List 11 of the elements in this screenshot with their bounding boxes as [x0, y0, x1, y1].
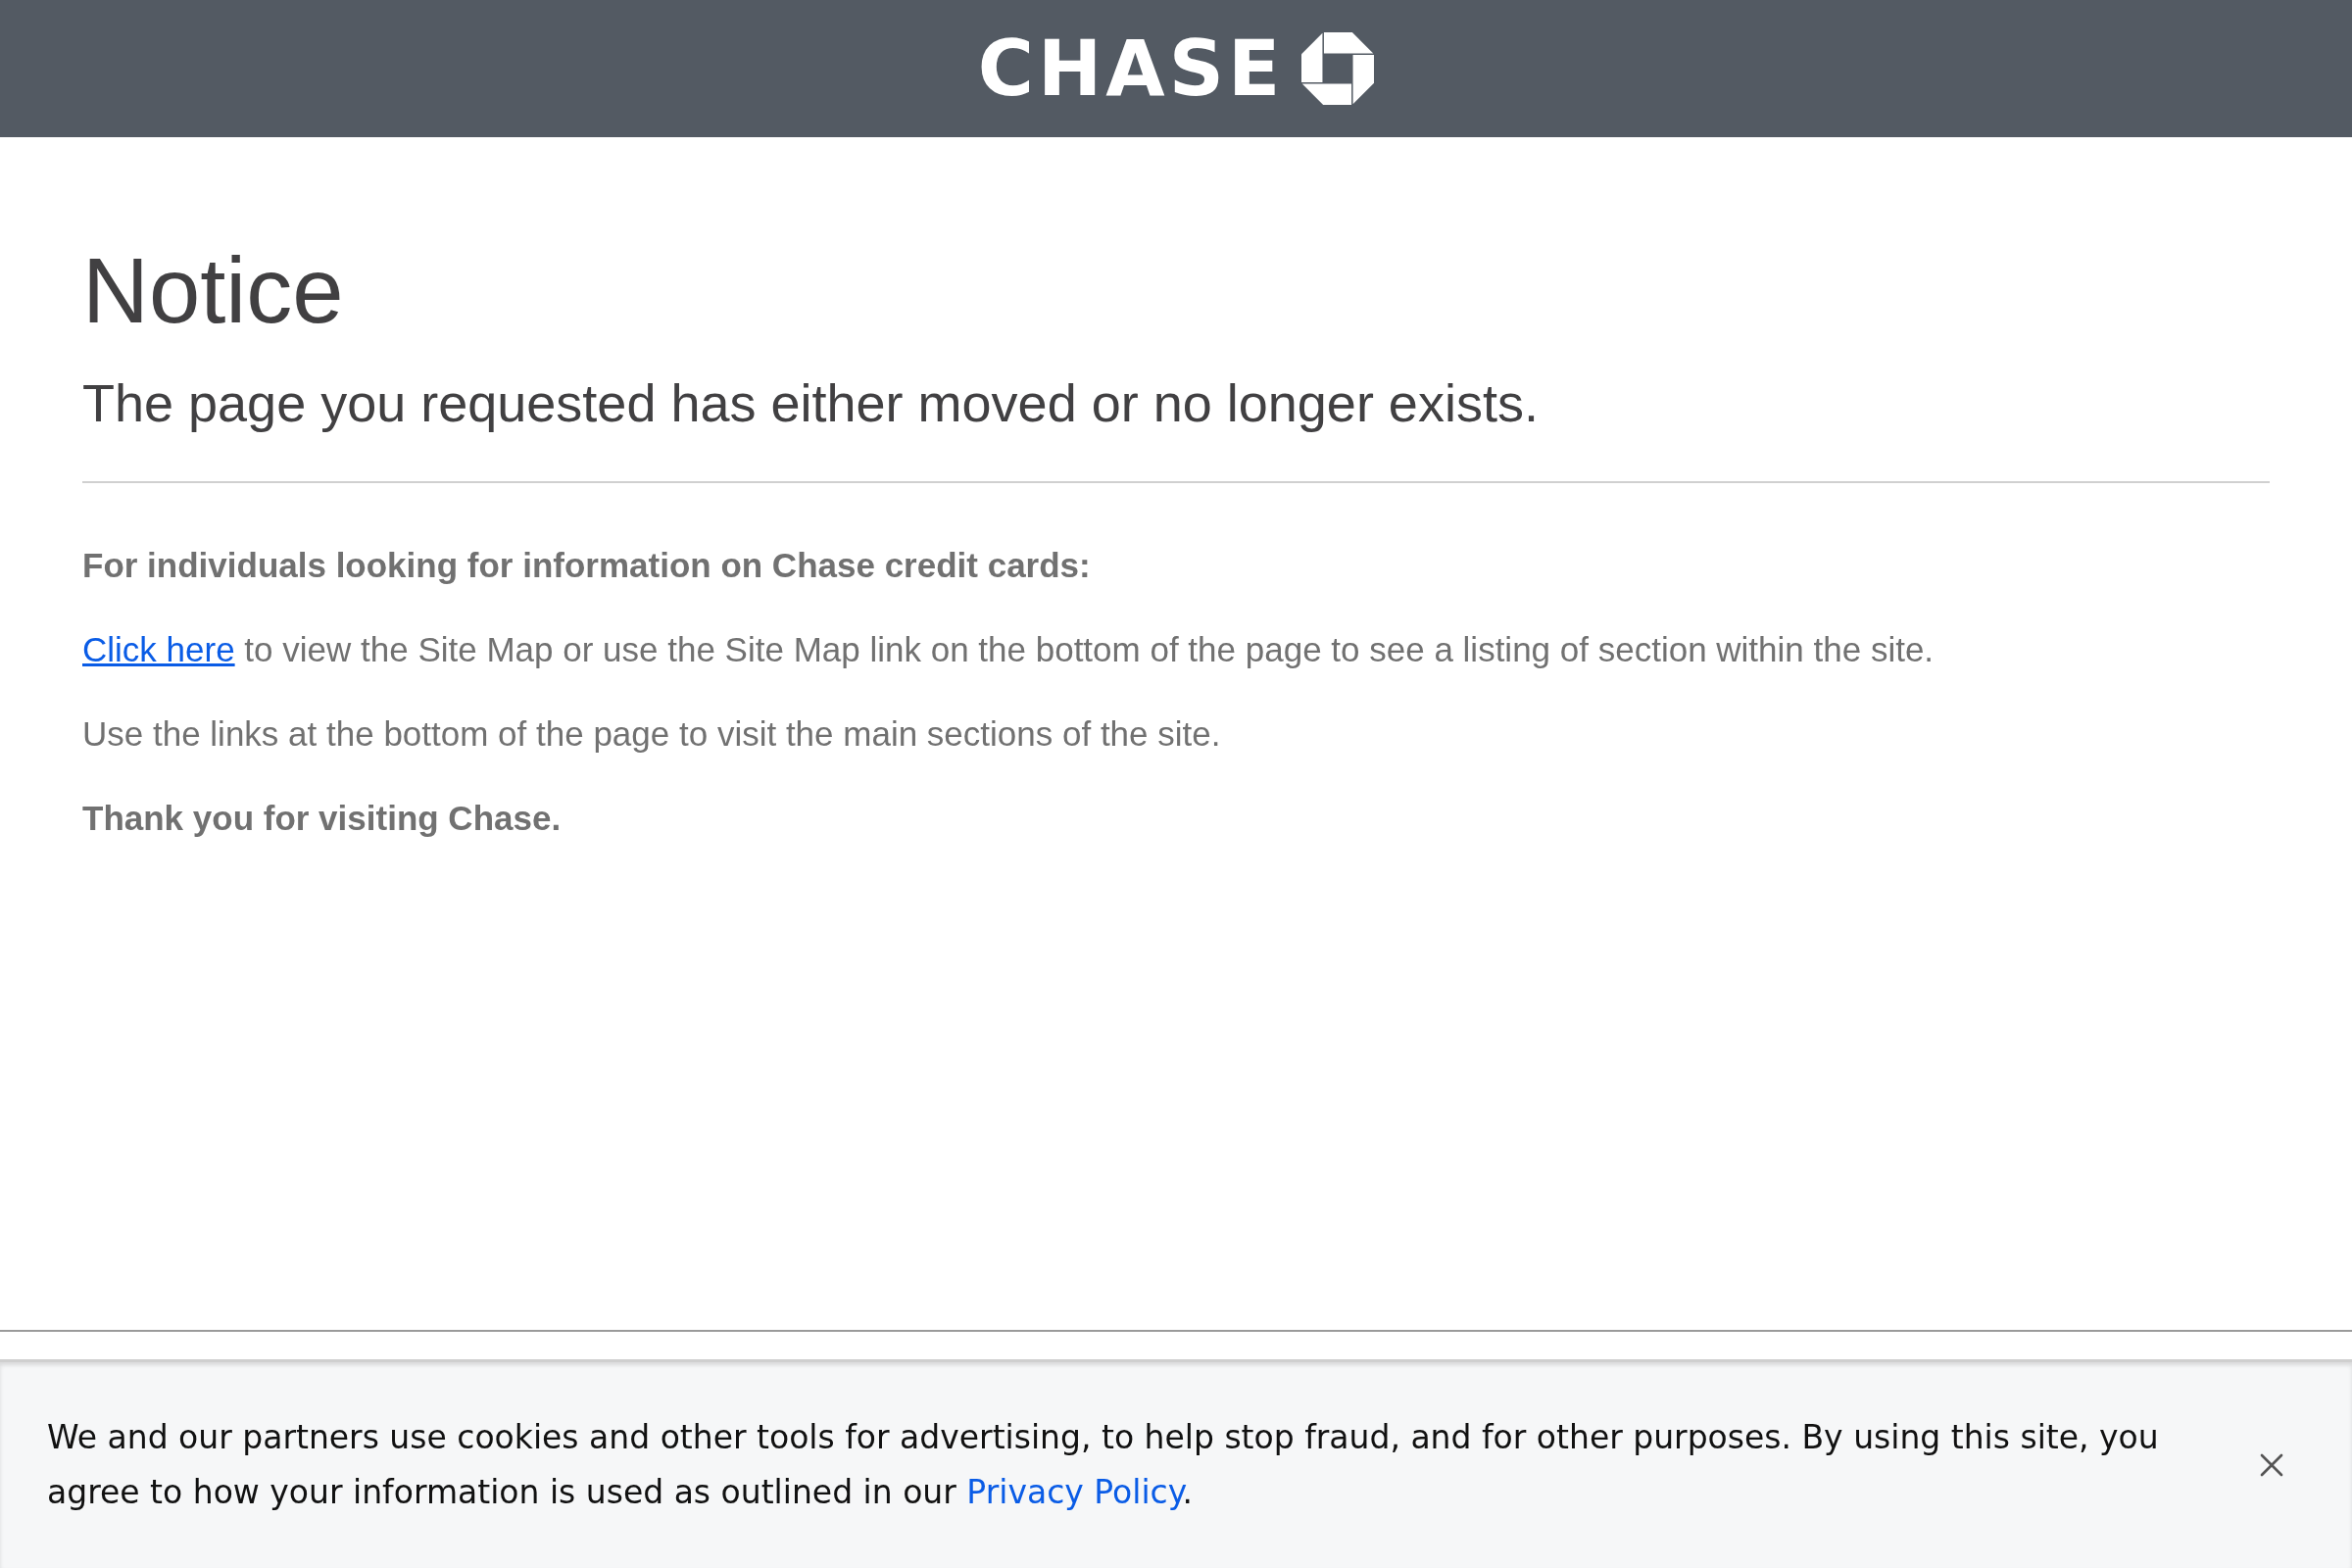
notice-title: Notice	[82, 245, 345, 337]
click-here-link[interactable]: Click here	[82, 630, 235, 669]
notice-heading-text: Thank you for visiting Chase.	[82, 799, 563, 839]
logo-text: CHASE	[977, 30, 1285, 107]
notice-heading-text: For individuals looking for information on Chase credit cards:	[82, 546, 1092, 586]
privacy-policy-link[interactable]: Privacy Policy	[966, 1473, 1183, 1511]
cookie-notice-text: We and our partners use cookies and other tools for advertising, to help stop fraud, and for other purposes. By using this site, you agree to how your information is used as outlined in our Privacy Policy.	[47, 1417, 2160, 1513]
notice-paragraph: Click here to view the Site Map or use the Site Map link on the bottom of the page to see a listing of section within the site.	[82, 630, 1936, 670]
logo-octagon-icon	[1301, 32, 1375, 105]
notice-subtitle: The page you requested has either moved or no longer exists.	[82, 374, 1540, 433]
notice-paragraph: Use the links at the bottom of the page to visit the main sections of the site.	[82, 714, 1222, 755]
